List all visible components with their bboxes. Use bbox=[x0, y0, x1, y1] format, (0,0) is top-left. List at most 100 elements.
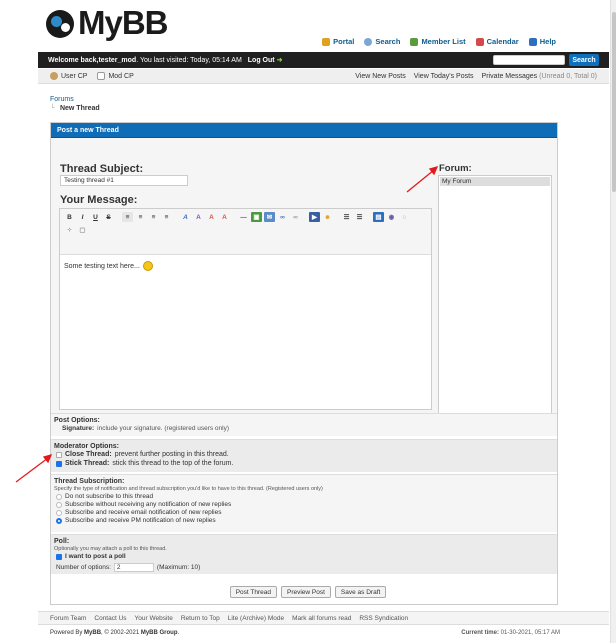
horizontal-rule-icon[interactable]: — bbox=[238, 212, 249, 222]
strikethrough-icon[interactable]: S bbox=[103, 212, 114, 222]
search-link[interactable]: Search bbox=[364, 37, 400, 46]
username[interactable]: tester_mod bbox=[98, 57, 136, 64]
subscribe-email-radio[interactable] bbox=[56, 510, 62, 516]
mybb-link[interactable]: MyBB bbox=[84, 630, 101, 636]
calendar-link[interactable]: Calendar bbox=[475, 37, 519, 46]
breadcrumb-forums[interactable]: Forums bbox=[50, 96, 74, 103]
thread-subject-label: Thread Subject: bbox=[60, 163, 144, 175]
stick-thread-checkbox[interactable] bbox=[56, 461, 62, 467]
poll-options: Poll: Optionally you may attach a poll t… bbox=[51, 534, 557, 574]
align-justify-icon[interactable]: ≡ bbox=[161, 212, 172, 222]
align-left-icon[interactable]: ≡ bbox=[122, 212, 133, 222]
post-poll-checkbox[interactable] bbox=[56, 554, 62, 560]
logout-link[interactable]: Log Out ➜ bbox=[248, 56, 283, 64]
document-icon bbox=[97, 72, 106, 80]
user-cp-link[interactable]: User CP bbox=[50, 72, 87, 80]
ordered-list-icon[interactable]: ☰ bbox=[354, 212, 365, 222]
poll-max-label: (Maximum: 10) bbox=[156, 564, 201, 571]
subscribe-none-radio[interactable] bbox=[56, 494, 62, 500]
link-icon[interactable]: ∞ bbox=[277, 212, 288, 222]
mybb-logo[interactable]: MyBB bbox=[46, 4, 169, 42]
footer-link-rss[interactable]: RSS Syndication bbox=[359, 615, 408, 622]
mod-cp-link[interactable]: Mod CP bbox=[97, 72, 134, 80]
page-scrollbar[interactable] bbox=[610, 0, 616, 643]
current-time: Current time: 01-30-2021, 05:17 AM bbox=[461, 630, 560, 636]
footer-link-mark-read[interactable]: Mark all forums read bbox=[292, 615, 351, 622]
font-color-icon[interactable]: A bbox=[206, 212, 217, 222]
new-thread-panel: Post a new Thread Thread Subject: Testin… bbox=[50, 122, 558, 605]
remove-format-icon[interactable]: A bbox=[219, 212, 230, 222]
breadcrumb: Forums └ New Thread bbox=[50, 95, 100, 113]
view-todays-posts-link[interactable]: View Today's Posts bbox=[414, 73, 474, 80]
private-messages-link[interactable]: Private Messages bbox=[482, 73, 538, 80]
welcome-prefix: Welcome back, bbox=[48, 56, 99, 64]
underline-icon[interactable]: U bbox=[90, 212, 101, 222]
footer-link-contact[interactable]: Contact Us bbox=[94, 615, 126, 622]
thread-subject-input[interactable]: Testing thread #1 bbox=[60, 175, 188, 186]
panel-title: Post a new Thread bbox=[51, 123, 557, 138]
font-size-icon[interactable]: A bbox=[193, 212, 204, 222]
subscribe-silent-radio[interactable] bbox=[56, 502, 62, 508]
unlink-icon[interactable]: ∞ bbox=[290, 212, 301, 222]
post-options: Post Options: Signature: include your si… bbox=[51, 413, 557, 436]
php-icon[interactable]: ◉ bbox=[386, 212, 397, 222]
pm-counts: (Unread 0, Total 0) bbox=[539, 72, 597, 80]
scrollbar-thumb[interactable] bbox=[612, 12, 616, 192]
email-icon[interactable]: ✉ bbox=[264, 212, 275, 222]
post-options-title: Post Options: bbox=[54, 417, 100, 424]
font-icon[interactable]: A bbox=[180, 212, 191, 222]
smiley-icon bbox=[142, 261, 153, 271]
breadcrumb-current: New Thread bbox=[59, 105, 100, 112]
source-mode-icon[interactable]: ⁘ bbox=[64, 225, 75, 235]
quote-icon[interactable]: ◌ bbox=[399, 212, 410, 222]
welcome-bar: Welcome back, tester_mod . You last visi… bbox=[38, 52, 609, 68]
thread-subscription: Thread Subscription: Specify the type of… bbox=[51, 474, 557, 532]
video-icon[interactable]: ▶ bbox=[309, 212, 320, 222]
poll-desc: Optionally you may attach a poll to this… bbox=[54, 546, 167, 552]
footer-link-forum-team[interactable]: Forum Team bbox=[50, 615, 86, 622]
mybb-group-link[interactable]: MyBB Group bbox=[141, 630, 178, 636]
footer-link-website[interactable]: Your Website bbox=[135, 615, 173, 622]
post-thread-button[interactable]: Post Thread bbox=[229, 586, 277, 598]
footer-link-top[interactable]: Return to Top bbox=[181, 615, 220, 622]
forum-option-selected[interactable]: My Forum bbox=[440, 177, 550, 186]
message-text[interactable]: Some testing text here... bbox=[60, 255, 431, 277]
align-right-icon[interactable]: ≡ bbox=[148, 212, 159, 222]
maximize-icon[interactable]: ▢ bbox=[77, 225, 88, 235]
poll-options-count-input[interactable]: 2 bbox=[113, 563, 154, 572]
calendar-icon bbox=[475, 37, 484, 46]
help-icon bbox=[528, 37, 537, 46]
italic-icon[interactable]: I bbox=[77, 212, 88, 222]
signature-desc: include your signature. (registered user… bbox=[97, 425, 230, 432]
top-links: Portal Search Member List Calendar Help bbox=[322, 37, 556, 46]
subscription-desc: Specify the type of notification and thr… bbox=[54, 486, 323, 492]
logo-text: MyBB bbox=[78, 4, 169, 41]
preview-post-button[interactable]: Preview Post bbox=[280, 586, 331, 598]
message-editor[interactable]: B I U S ≡ ≡ ≡ ≡ A A A A — ▣ ✉ ∞ ∞ ▶ ☻ ☰ … bbox=[59, 208, 432, 410]
help-link[interactable]: Help bbox=[528, 37, 556, 46]
emoticon-icon[interactable]: ☻ bbox=[322, 212, 333, 222]
signature-label: Signature: bbox=[62, 425, 95, 432]
footer-link-lite[interactable]: Lite (Archive) Mode bbox=[228, 615, 284, 622]
subscription-title: Thread Subscription: bbox=[54, 478, 125, 485]
member-list-link[interactable]: Member List bbox=[410, 37, 466, 46]
view-new-posts-link[interactable]: View New Posts bbox=[355, 73, 405, 80]
search-button[interactable]: Search bbox=[569, 54, 599, 66]
forum-select[interactable]: My Forum bbox=[438, 175, 552, 423]
bold-icon[interactable]: B bbox=[64, 212, 75, 222]
portal-link[interactable]: Portal bbox=[322, 37, 354, 46]
bullet-list-icon[interactable]: ☰ bbox=[341, 212, 352, 222]
powered-by: Powered By MyBB, © 2002-2021 MyBB Group. bbox=[50, 630, 180, 636]
annotation-arrow-moderator bbox=[15, 457, 49, 483]
code-icon[interactable]: ▤ bbox=[373, 212, 384, 222]
close-thread-checkbox[interactable] bbox=[56, 452, 62, 458]
subscribe-pm-radio[interactable] bbox=[56, 518, 62, 524]
image-icon[interactable]: ▣ bbox=[251, 212, 262, 222]
portal-icon bbox=[322, 37, 331, 46]
footer-links: Forum Team Contact Us Your Website Retur… bbox=[38, 611, 609, 625]
align-center-icon[interactable]: ≡ bbox=[135, 212, 146, 222]
save-draft-button[interactable]: Save as Draft bbox=[334, 586, 387, 598]
members-icon bbox=[410, 37, 419, 46]
compose-area: Thread Subject: Testing thread #1 Your M… bbox=[51, 138, 557, 423]
search-input[interactable] bbox=[493, 55, 565, 65]
